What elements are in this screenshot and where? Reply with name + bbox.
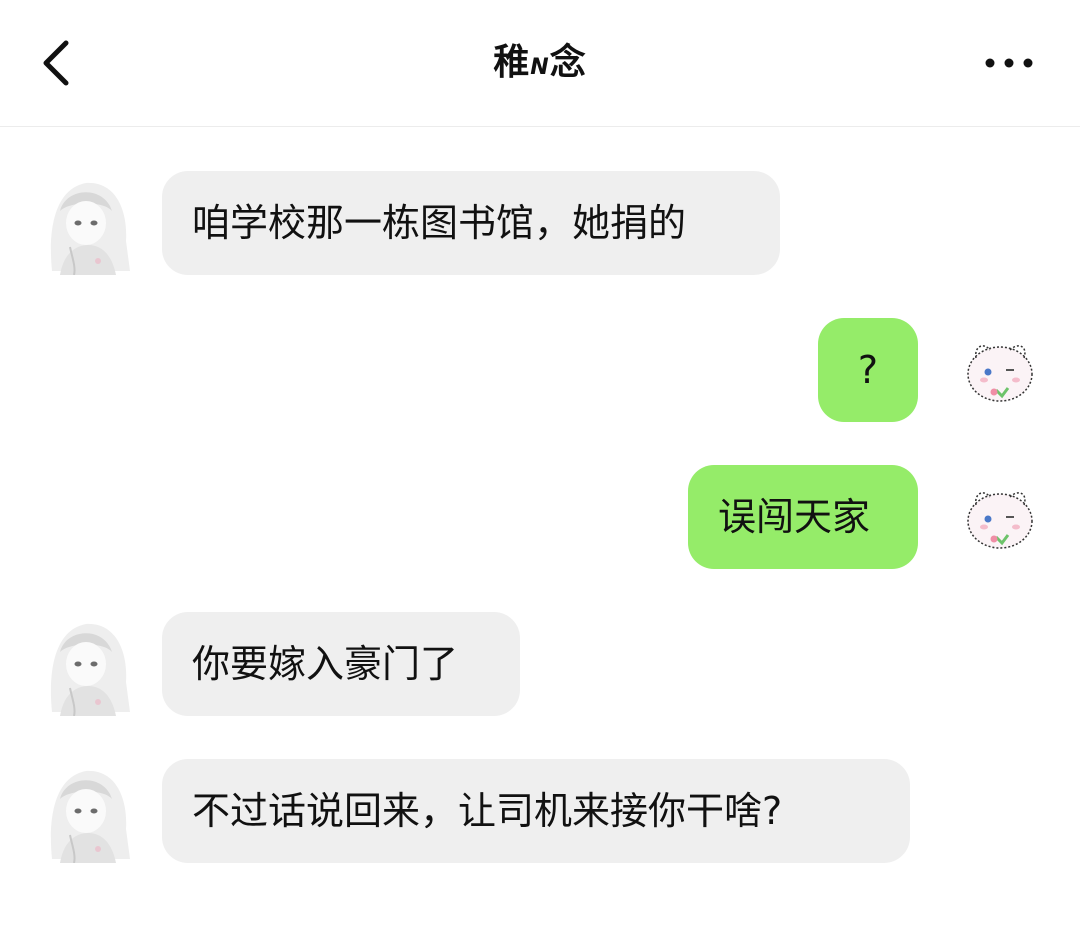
more-options-button[interactable] [982, 48, 1036, 78]
user-avatar[interactable] [946, 465, 1050, 569]
contact-avatar[interactable] [30, 171, 134, 275]
anime-girl-avatar-icon [30, 612, 134, 716]
message-bubble-outgoing[interactable]: 误闯天家 [688, 465, 918, 569]
chat-header: 稚N念 [0, 0, 1080, 127]
chat-title-main-2: 念 [549, 42, 587, 83]
chat-title: 稚N念 [0, 38, 1080, 93]
chat-title-sub: N [530, 55, 550, 80]
anime-girl-avatar-icon [30, 171, 134, 275]
ellipsis-icon [985, 58, 1033, 68]
contact-avatar[interactable] [30, 612, 134, 716]
message-bubble-incoming[interactable]: 你要嫁入豪门了 [162, 612, 520, 716]
message-bubble-incoming[interactable]: 咱学校那一栋图书馆，她捐的 [162, 171, 780, 275]
cartoon-bear-avatar-icon [946, 318, 1050, 422]
chat-title-main-1: 稚 [493, 42, 531, 83]
contact-avatar[interactable] [30, 759, 134, 863]
anime-girl-avatar-icon [30, 759, 134, 863]
cartoon-bear-avatar-icon [946, 465, 1050, 569]
message-bubble-incoming[interactable]: 不过话说回来，让司机来接你干啥? [162, 759, 910, 863]
message-bubble-outgoing[interactable]: ? [818, 318, 918, 422]
user-avatar[interactable] [946, 318, 1050, 422]
